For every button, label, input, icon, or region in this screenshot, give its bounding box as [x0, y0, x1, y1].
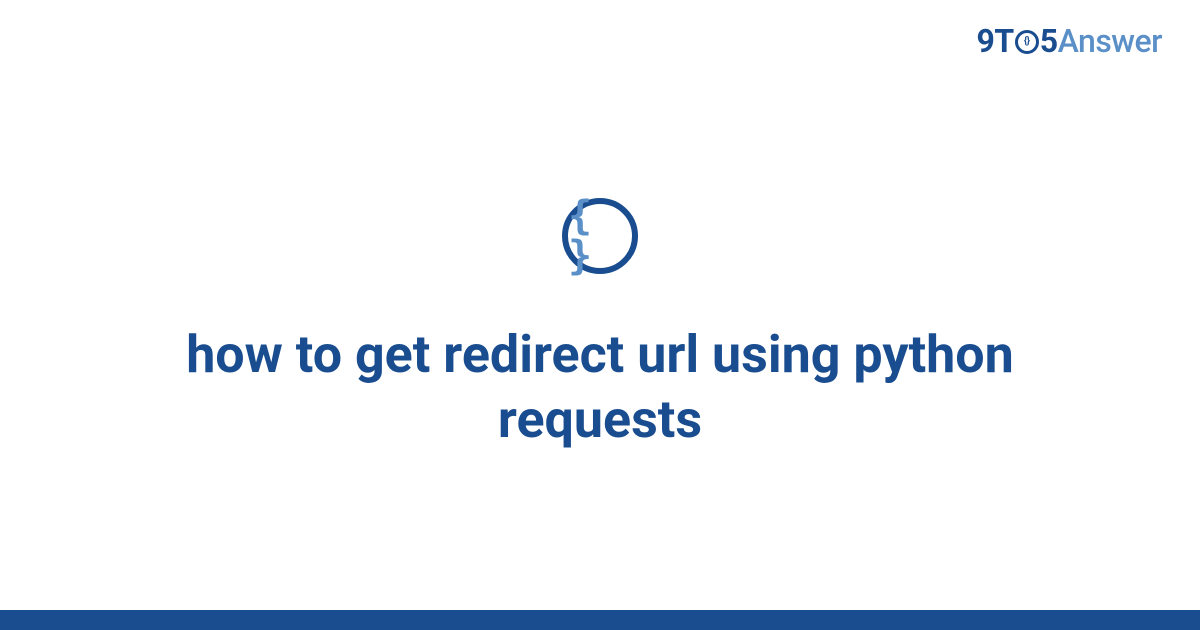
- category-icon-circle: { }: [562, 198, 638, 274]
- question-title: how to get redirect url using python req…: [150, 322, 1050, 452]
- footer-accent-bar: [0, 610, 1200, 630]
- code-braces-icon: { }: [568, 196, 632, 276]
- main-content: { } how to get redirect url using python…: [0, 0, 1200, 630]
